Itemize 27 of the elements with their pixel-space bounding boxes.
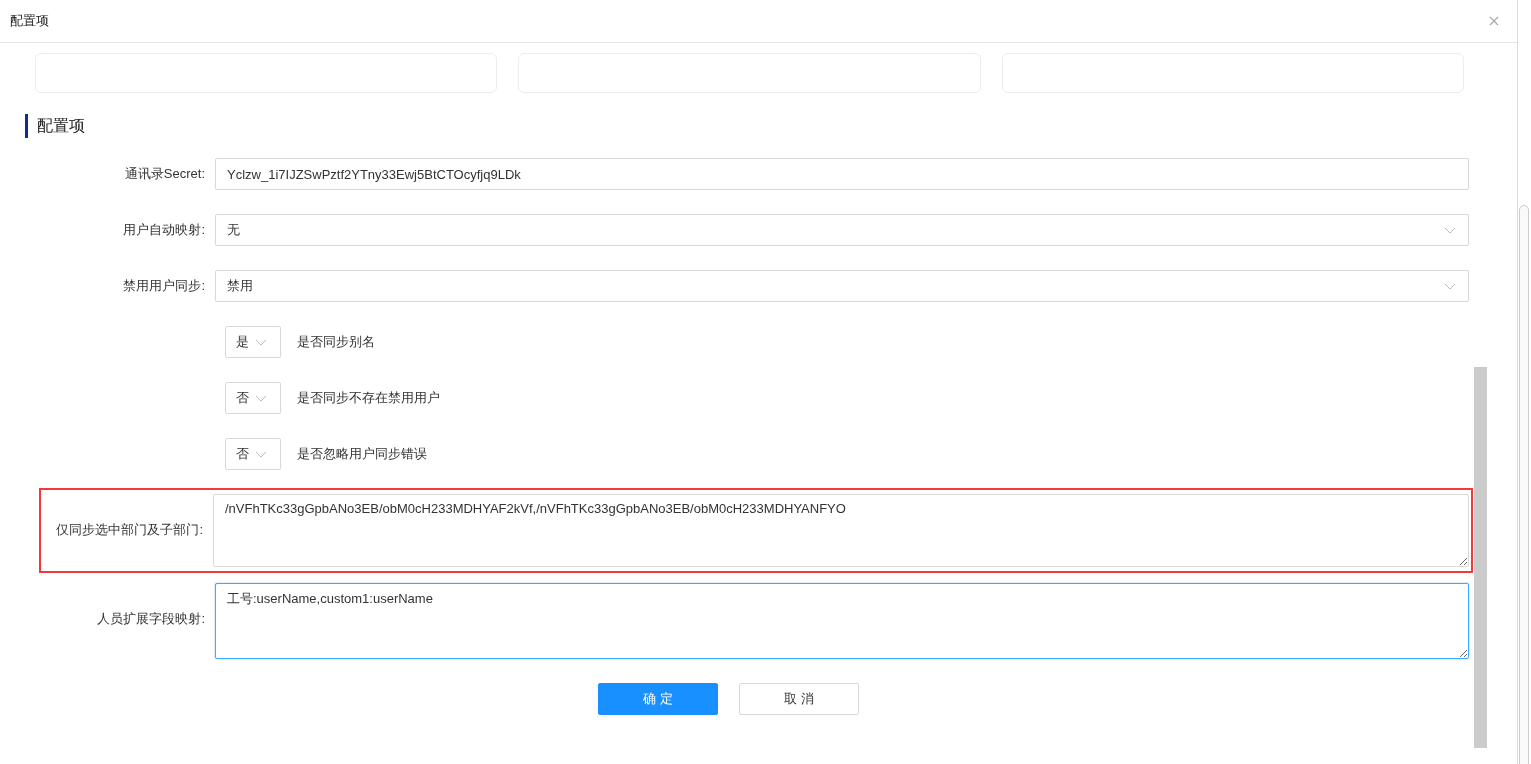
select-field[interactable]: 是 [225, 326, 281, 358]
chevron-down-icon [1444, 226, 1456, 234]
select-field[interactable]: 禁用 [215, 270, 1469, 302]
select-field[interactable]: 否 [225, 382, 281, 414]
field-label: 用户自动映射: [122, 221, 206, 239]
chevron-down-icon [1444, 282, 1456, 290]
select-field[interactable]: 无 [215, 214, 1469, 246]
dialog-title: 配置项 [10, 12, 49, 30]
field-label: 禁用用户同步: [122, 277, 206, 295]
chevron-down-icon [255, 450, 267, 458]
scrollbar-thumb[interactable] [1474, 367, 1487, 748]
text-area[interactable]: /nVFhTKc33gGpbANo3EB/obM0cH233MDHYAF2kVf,/nVFhTKc33gGpbANo3EB/obM0cH233MDHYANFYO [213, 494, 1469, 567]
option-label: 是否同步别名 [297, 333, 375, 351]
cancel-button[interactable]: 取 消 [739, 683, 859, 715]
chevron-down-icon [255, 338, 267, 346]
text-area[interactable]: 工号:userName,custom1:userName [215, 583, 1469, 659]
secret-input[interactable]: Yclzw_1i7IJZSwPztf2YTny33Ewj5BtCTOcyfjq9LDk [215, 158, 1469, 190]
chevron-down-icon [255, 394, 267, 402]
section-title: 配置项 [37, 115, 85, 136]
option-label: 是否同步不存在禁用用户 [297, 389, 440, 407]
field-label: 仅同步选中部门及子部门: [55, 521, 204, 539]
select-field[interactable]: 否 [225, 438, 281, 470]
section-accent-bar [25, 114, 28, 138]
field-label: 通讯录Secret: [123, 165, 206, 183]
field-label: 人员扩展字段映射: [96, 610, 206, 628]
scrollbar[interactable] [1519, 205, 1529, 764]
option-label: 是否忽略用户同步错误 [297, 445, 427, 463]
